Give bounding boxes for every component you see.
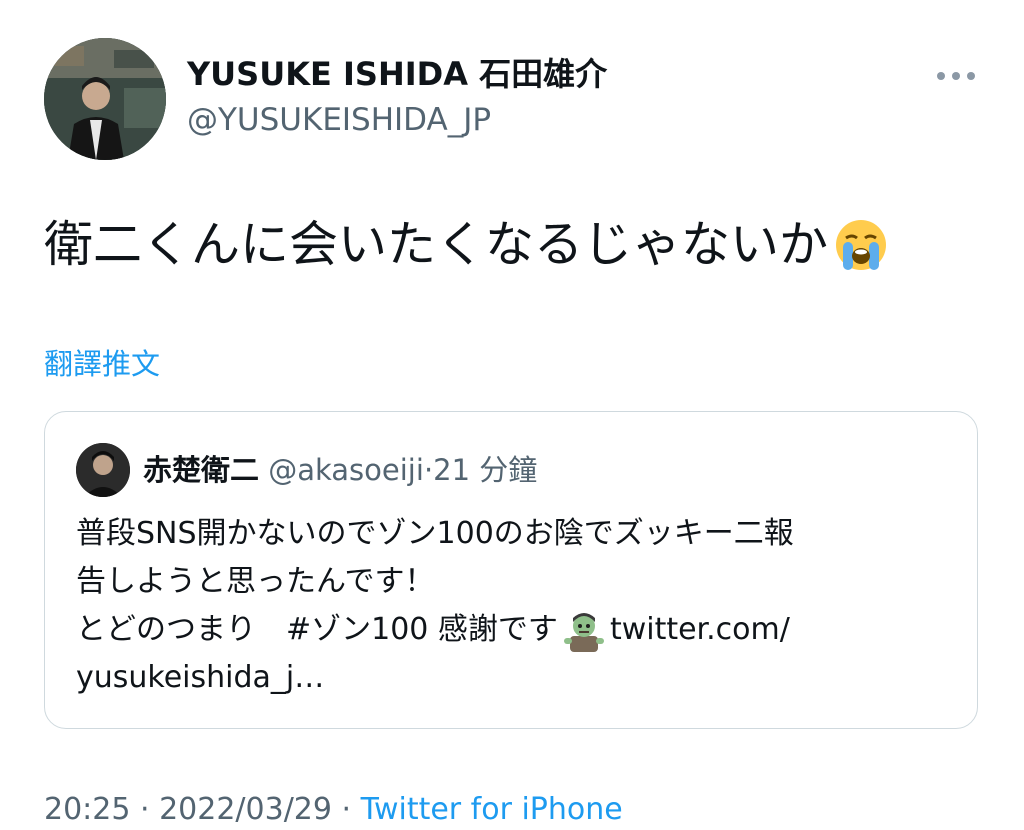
quoted-author-handle[interactable]: @akasoeiji [268,453,424,487]
quoted-link[interactable]: twitter.com/ [610,606,790,654]
quoted-text-segment: とどのつまり #ゾン100 感謝です [76,612,558,647]
quoted-text-line[interactable]: yusukeishida_j… [76,654,946,702]
quoted-tweet-card[interactable]: 赤楚衛二 @akasoeiji·21 分鐘 普段SNS開かないのでゾン100のお… [44,411,978,729]
author-avatar[interactable] [44,38,166,160]
loudly-crying-face-icon [834,218,888,272]
tweet-footer-meta: 20:25 · 2022/03/29 · Twitter for iPhone [44,790,623,830]
more-options-button[interactable] [932,58,980,94]
author-handle[interactable]: @YUSUKEISHIDA_JP [187,100,491,140]
translate-tweet-link[interactable]: 翻譯推文 [44,345,160,383]
more-horizontal-icon [937,72,975,80]
quoted-timestamp[interactable]: 21 分鐘 [433,453,537,487]
quoted-profile-photo [76,443,130,497]
quoted-separator: · [423,453,434,487]
quoted-text-line: 告しようと思ったんです！ [76,564,435,599]
quoted-text-line-3: とどのつまり #ゾン100 感謝です twitter.com/ [76,606,946,654]
quoted-tweet-header: 赤楚衛二 @akasoeiji·21 分鐘 [143,448,537,492]
quoted-text-line: 普段SNS開かないのでゾン100のお陰でズッキー二報 [76,516,794,551]
tweet-source[interactable]: Twitter for iPhone [361,792,623,827]
tweet-text: 衛二くんに会いたくなるじゃないか [44,213,888,277]
tweet-timestamp[interactable]: 20:25 · 2022/03/29 · [44,792,361,827]
author-display-name[interactable]: YUSUKE ISHIDA 石田雄介 [187,54,607,94]
tweet-text-body: 衛二くんに会いたくなるじゃないか [44,216,829,273]
quoted-tweet-text: 普段SNS開かないのでゾン100のお陰でズッキー二報 告しようと思ったんです！ … [76,510,946,702]
zombie-icon [562,608,606,652]
quoted-author-name[interactable]: 赤楚衛二 [143,453,259,487]
quoted-author-avatar[interactable] [76,443,130,497]
profile-photo [44,38,166,160]
